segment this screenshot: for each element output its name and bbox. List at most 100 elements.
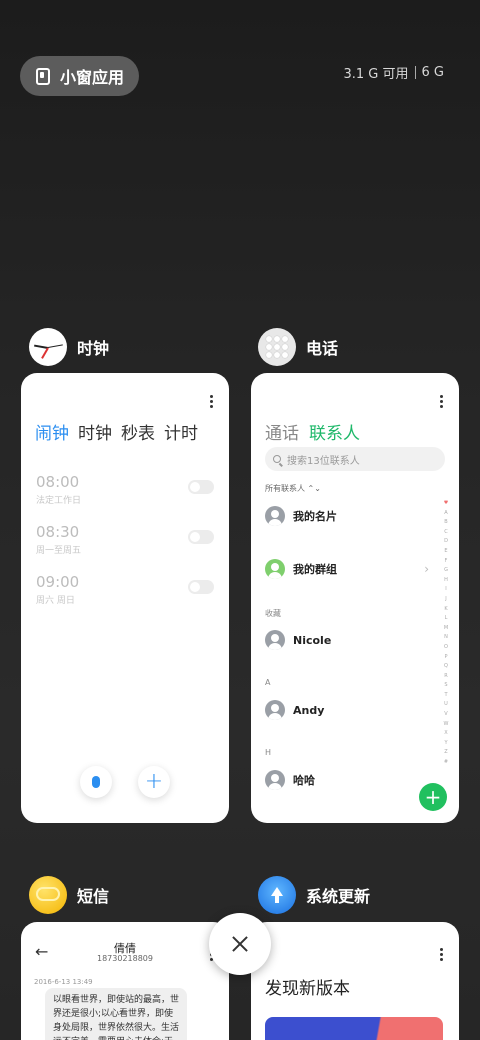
section-header: H [265, 748, 272, 757]
avatar [265, 630, 285, 650]
update-app-header[interactable]: 系统更新 [258, 876, 370, 914]
update-app-icon[interactable] [258, 876, 296, 914]
index-letter[interactable]: B [444, 518, 447, 528]
index-letter[interactable]: A [444, 509, 447, 519]
tab-clock[interactable]: 时钟 [78, 419, 112, 444]
sms-app-name: 短信 [77, 887, 110, 906]
index-letter[interactable]: V [444, 710, 447, 720]
contact-row[interactable]: 哈哈 [265, 770, 315, 790]
clock-app-header[interactable]: 时钟 [29, 328, 109, 366]
index-letter[interactable]: W [444, 720, 449, 730]
index-letter[interactable]: # [444, 758, 448, 768]
sms-app-card[interactable]: ← 倩倩 18730218809 2016-6-13 13:49 以眼看世界，即… [21, 922, 229, 1040]
tab-stopwatch[interactable]: 秒表 [121, 419, 155, 444]
index-letter[interactable]: N [444, 633, 448, 643]
group-icon [265, 559, 285, 579]
small-window-label: 小窗应用 [60, 68, 125, 87]
index-letter[interactable]: L [445, 614, 448, 624]
small-window-icon [36, 67, 50, 85]
avatar [265, 506, 285, 526]
message-date: 2016-6-13 13:49 [34, 978, 93, 986]
more-options-icon[interactable] [440, 395, 443, 410]
more-options-icon[interactable] [440, 948, 443, 963]
alarm-toggle[interactable] [188, 530, 214, 544]
index-letter[interactable]: I [445, 585, 446, 595]
section-header: 收藏 [265, 609, 281, 618]
contact-filter[interactable]: 所有联系人 ⌃⌄ [265, 483, 321, 494]
more-options-icon[interactable] [210, 395, 213, 410]
alarm-item[interactable]: 08:00 法定工作日 [36, 473, 81, 506]
clock-app-card[interactable]: 闹钟 时钟 秒表 计时 08:00 法定工作日 08:30 周一至周五 09:0… [21, 373, 229, 823]
memory-status: 3.1 G 可用 6 G [344, 63, 445, 82]
index-letter[interactable]: J [445, 595, 446, 605]
phone-app-card[interactable]: 通话 联系人 搜索13位联系人 所有联系人 ⌃⌄ 我的名片 我的群组 › 收藏 … [251, 373, 459, 823]
update-app-name: 系统更新 [306, 887, 371, 906]
tab-calls[interactable]: 通话 [265, 419, 299, 444]
add-contact-button[interactable]: + [419, 783, 447, 811]
search-placeholder: 搜索13位联系人 [287, 455, 360, 467]
index-letter[interactable]: R [444, 672, 447, 682]
my-card-row[interactable]: 我的名片 [265, 506, 337, 526]
index-letter[interactable]: P [444, 653, 447, 663]
index-letter[interactable]: K [444, 605, 447, 615]
alarm-time: 08:30 [36, 523, 80, 541]
memory-available: 3.1 G 可用 [343, 67, 409, 82]
sms-app-icon[interactable] [29, 876, 67, 914]
section-header: A [265, 678, 271, 687]
phone-app-header[interactable]: 电话 [258, 328, 338, 366]
voice-alarm-button[interactable] [80, 766, 112, 798]
alarm-item[interactable]: 08:30 周一至周五 [36, 523, 81, 556]
index-letter[interactable]: E [444, 547, 447, 557]
sms-app-header[interactable]: 短信 [29, 876, 109, 914]
index-letter[interactable]: Z [444, 748, 447, 758]
index-letter[interactable]: G [444, 566, 448, 576]
alphabet-index[interactable]: ♥ A B C D E F G H I J K L M N O P Q R S T U V W X Y Z # [443, 499, 449, 768]
update-title: 发现新版本 [265, 979, 350, 999]
index-letter[interactable]: D [444, 537, 448, 547]
index-letter[interactable]: O [444, 643, 448, 653]
my-card-label: 我的名片 [293, 510, 337, 523]
index-letter[interactable]: U [444, 700, 448, 710]
index-letter[interactable]: Y [444, 739, 447, 749]
alarm-item[interactable]: 09:00 周六 周日 [36, 573, 79, 606]
index-letter[interactable]: S [444, 681, 447, 691]
phone-app-name: 电话 [306, 339, 339, 358]
phone-tabs: 通话 联系人 [265, 419, 360, 444]
index-letter[interactable]: Q [444, 662, 448, 672]
my-groups-label: 我的群组 [293, 563, 337, 576]
chevron-right-icon: › [424, 562, 429, 576]
plus-icon: + [144, 769, 164, 794]
conversation-contact-number: 18730218809 [97, 954, 153, 963]
contact-search-input[interactable]: 搜索13位联系人 [265, 447, 445, 471]
alarm-toggle[interactable] [188, 580, 214, 594]
alarm-toggle[interactable] [188, 480, 214, 494]
index-letter[interactable]: T [444, 691, 447, 701]
contact-row[interactable]: Nicole [265, 630, 331, 650]
index-letter[interactable]: C [444, 528, 448, 538]
clear-all-button[interactable] [209, 913, 271, 975]
update-app-card[interactable]: 发现新版本 [251, 922, 459, 1040]
memory-divider [414, 66, 416, 79]
tab-timer[interactable]: 计时 [164, 419, 198, 444]
memory-total: 6 G [421, 65, 444, 80]
clock-tabs: 闹钟 时钟 秒表 计时 [35, 419, 198, 444]
contact-row[interactable]: Andy [265, 700, 324, 720]
phone-app-icon[interactable] [258, 328, 296, 366]
index-letter[interactable]: M [444, 624, 448, 634]
index-letter[interactable]: ♥ [444, 499, 448, 509]
tab-alarm[interactable]: 闹钟 [35, 419, 69, 444]
tab-contacts[interactable]: 联系人 [309, 419, 360, 444]
add-alarm-button[interactable]: + [138, 766, 170, 798]
message-bubble: 以眼看世界，即使站的最高，世界还是很小;以心看世界，即使身处局限，世界依然很大。… [45, 988, 187, 1040]
contact-name: Andy [293, 703, 325, 717]
clock-app-icon[interactable] [29, 328, 67, 366]
index-letter[interactable]: X [444, 729, 447, 739]
search-icon [273, 455, 281, 463]
index-letter[interactable]: H [444, 576, 448, 586]
my-groups-row[interactable]: 我的群组 [265, 559, 337, 579]
small-window-apps-button[interactable]: 小窗应用 [20, 56, 139, 96]
alarm-time: 09:00 [36, 573, 80, 591]
alarm-repeat: 周一至周五 [36, 546, 82, 556]
close-icon [232, 936, 248, 952]
index-letter[interactable]: F [445, 557, 448, 567]
